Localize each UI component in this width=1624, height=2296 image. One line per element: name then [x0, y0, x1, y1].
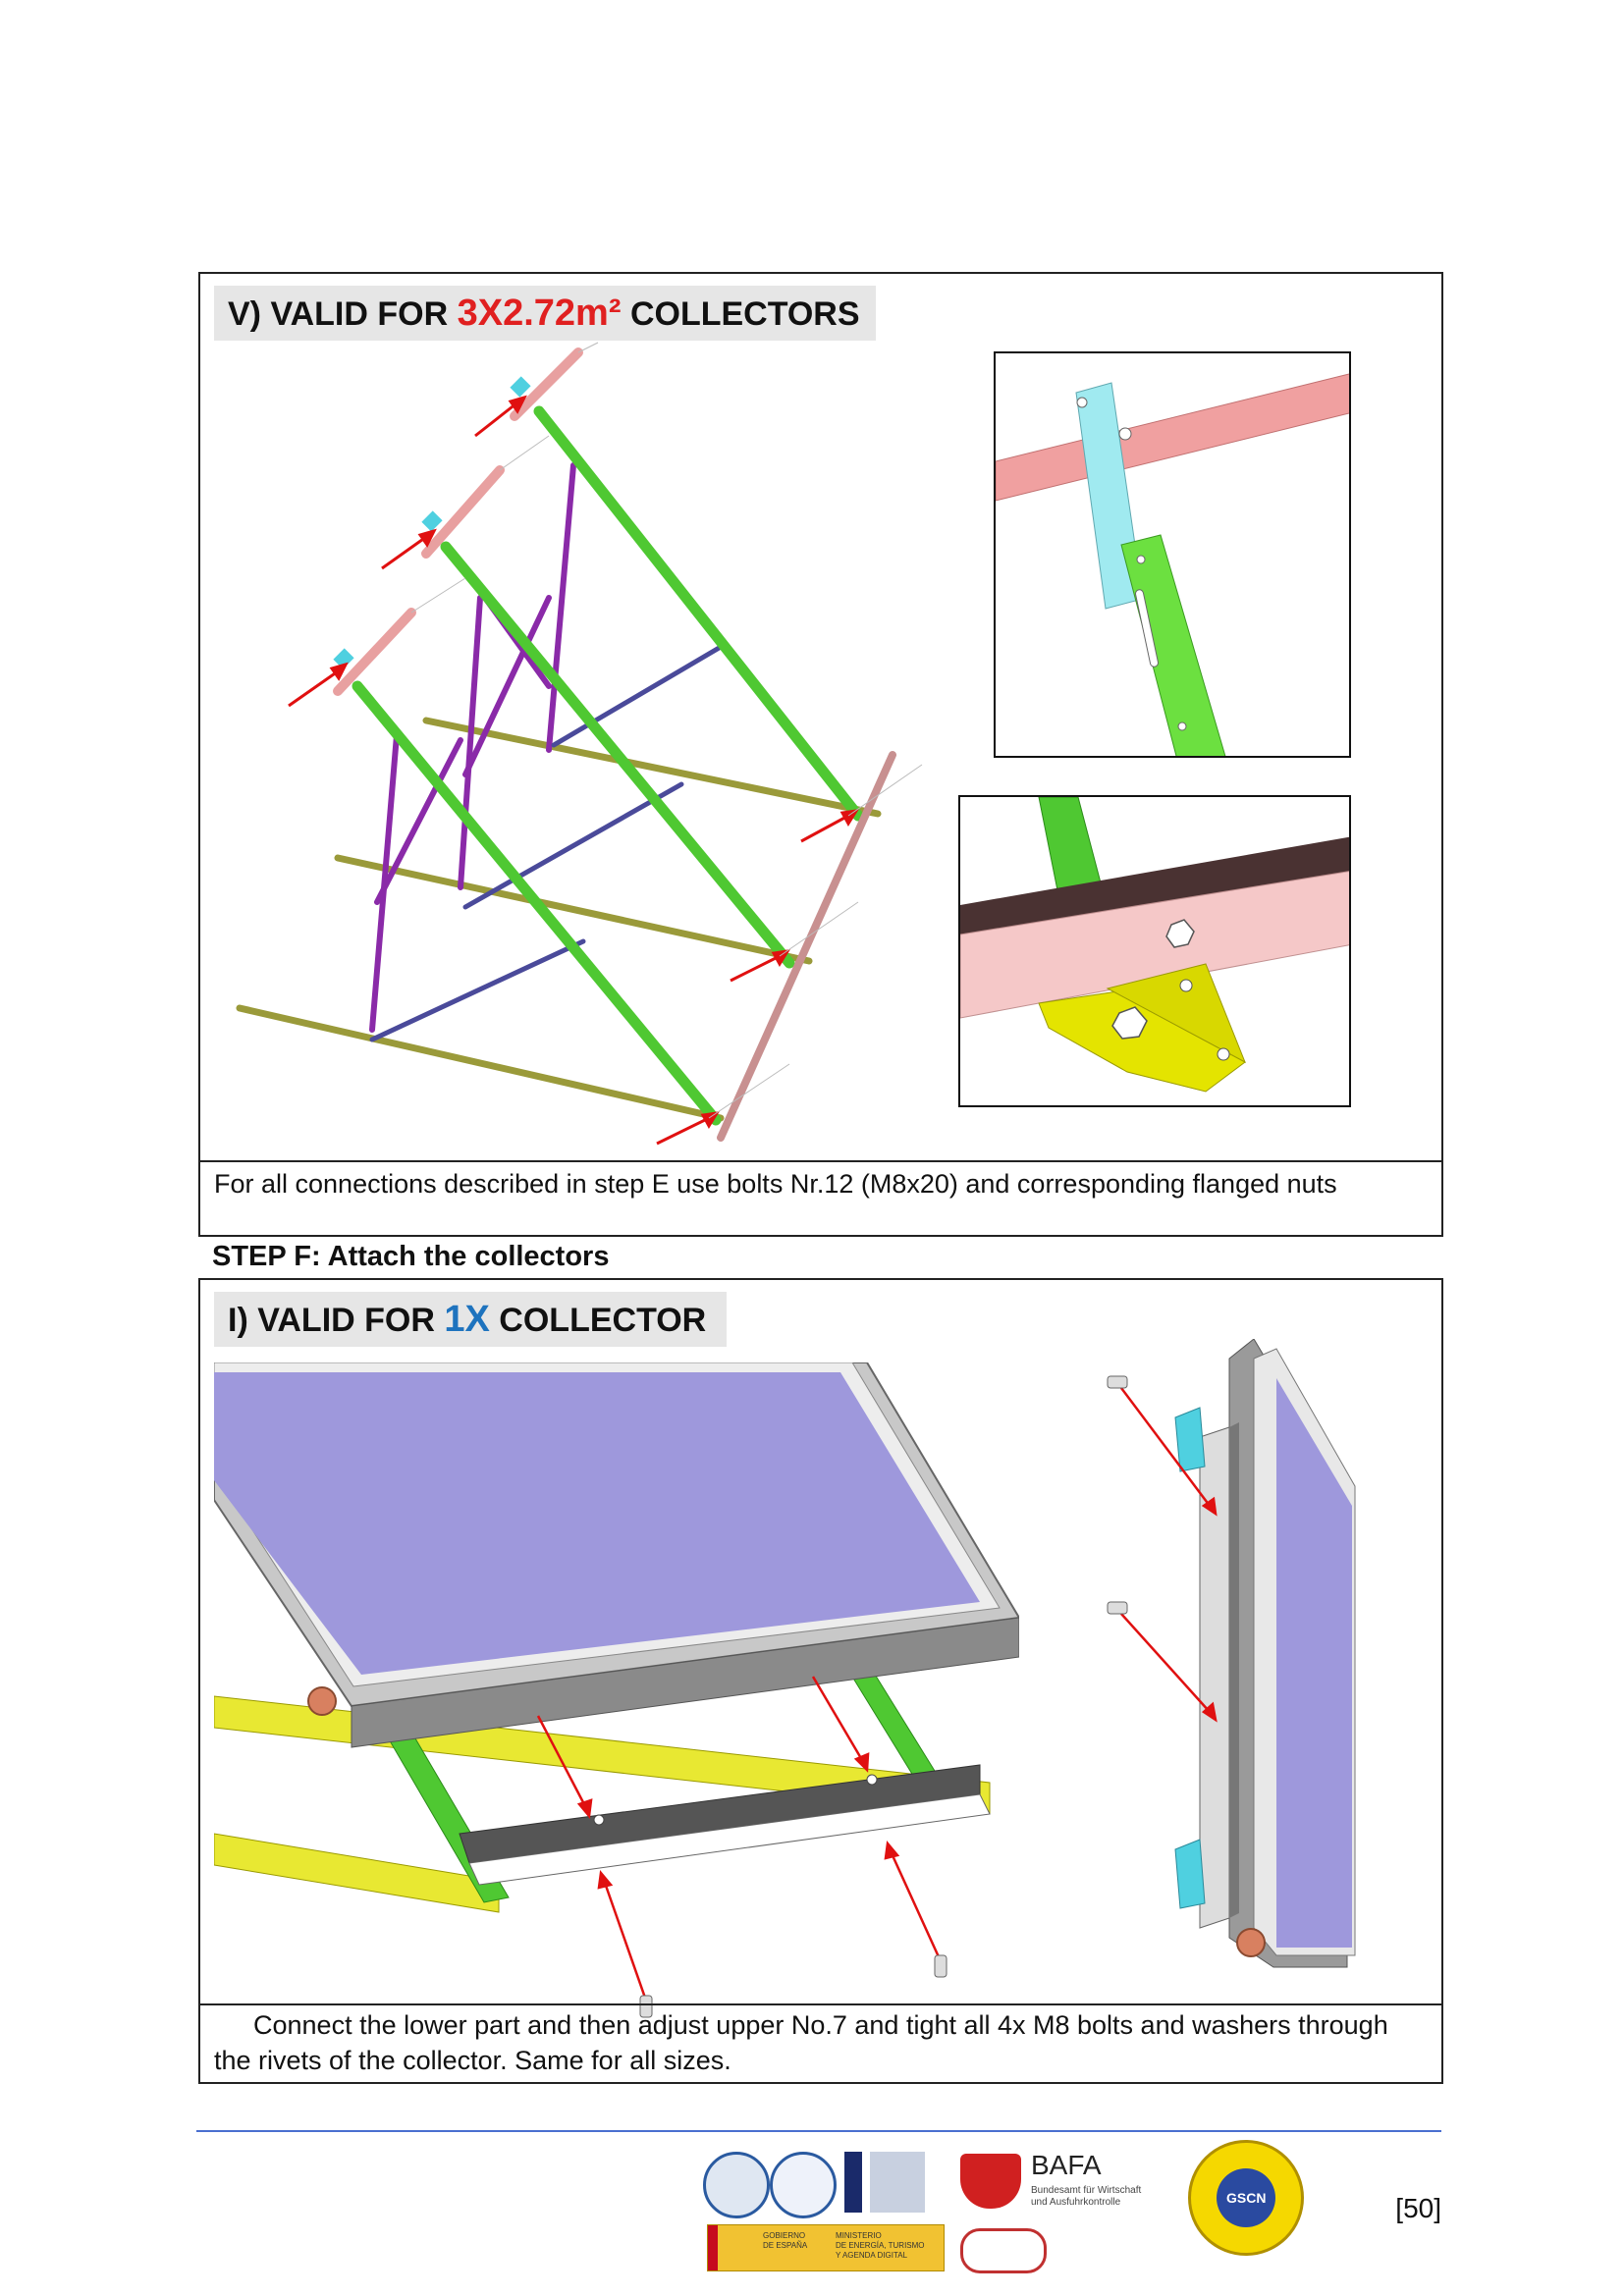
- certification-logo-1: [703, 2152, 770, 2218]
- step-f-title: STEP F: Attach the collectors: [212, 1241, 610, 1272]
- bafa-eagle-logo: [960, 2154, 1021, 2209]
- bafa-logo-subtitle-1: Bundesamt für Wirtschaft: [1031, 2185, 1142, 2196]
- certification-logo-3: [844, 2152, 862, 2213]
- gscn-label: GSCN: [1226, 2190, 1267, 2206]
- section-i-heading-highlight: 1X: [444, 1299, 490, 1340]
- leg-front: [352, 680, 722, 1126]
- detail-inset-upper: [994, 351, 1351, 758]
- section-v-box: V) VALID FOR 3X2.72m² COLLECTORS For all…: [198, 272, 1443, 1237]
- ministry-line-1: GOBIERNO: [763, 2231, 806, 2240]
- page-number: [50]: [1395, 2193, 1441, 2223]
- leg-middle: [440, 541, 795, 969]
- section-i-box: I) VALID FOR 1X COLLECTOR Connect the lo…: [198, 1278, 1443, 2084]
- section-i-heading: I) VALID FOR 1X COLLECTOR: [214, 1292, 727, 1347]
- bafa-logo-subtitle-2: und Ausfuhrkontrolle: [1031, 2197, 1121, 2208]
- section-v-caption-row: For all connections described in step E …: [200, 1160, 1441, 1237]
- spain-government-logo: GOBIERNO DE ESPAÑA MINISTERIO DE ENERGÍA…: [707, 2224, 945, 2271]
- section-i-caption-row: Connect the lower part and then adjust u…: [200, 2003, 1441, 2084]
- certification-logo-4: [870, 2152, 925, 2213]
- ministry-line-5: Y AGENDA DIGITAL: [836, 2251, 908, 2260]
- footer-rule: [196, 2130, 1441, 2132]
- collector-mounting-illustration: [214, 1362, 1019, 2018]
- footer-logos: BAFA Bundesamt für Wirtschaft und Ausfuh…: [687, 2140, 1316, 2287]
- section-v-caption: For all connections described in step E …: [214, 1169, 1337, 1199]
- ministry-line-4: DE ENERGÍA, TURISMO: [836, 2241, 925, 2250]
- gscn-seal-logo: GSCN: [1188, 2140, 1304, 2256]
- section-i-heading-prefix: I) VALID FOR: [228, 1302, 435, 1339]
- rail-bottom: [236, 1004, 725, 1122]
- bafa-logo-title: BAFA: [1031, 2150, 1102, 2180]
- certification-logo-5: [960, 2228, 1047, 2273]
- section-i-caption: Connect the lower part and then adjust u…: [214, 2010, 1388, 2075]
- detail-inset-lower: [958, 795, 1351, 1107]
- certification-logo-2: [770, 2152, 837, 2218]
- collector-side-illustration: [1107, 1339, 1356, 1968]
- ministry-line-2: DE ESPAÑA: [763, 2241, 808, 2250]
- section-i-heading-suffix: COLLECTOR: [499, 1302, 707, 1339]
- ministry-line-3: MINISTERIO: [836, 2231, 882, 2240]
